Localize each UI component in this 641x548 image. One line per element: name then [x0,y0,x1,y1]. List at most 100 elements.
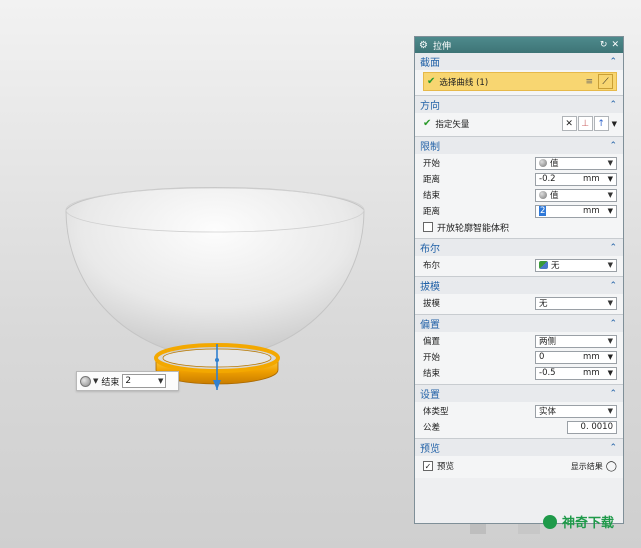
show-result-icon[interactable]: ◯ [606,461,617,472]
start-limit-select[interactable]: 值 ▼ [535,156,617,170]
limits-section: 限制 ⌃ 开始 值 ▼ 距离 -0.2 mm ▼ 结束 值 ▼ 距离 2 mm … [415,137,623,239]
offset-start-row: 开始 0 mm ▼ [423,349,617,365]
select-curve-row[interactable]: ✔ 选择曲线 (1) ≡ ⟋ [423,72,617,91]
reset-icon[interactable]: ↻ [600,40,608,50]
chevron-down-icon[interactable]: ▼ [608,353,613,361]
offset-type-value: 两侧 [539,337,557,347]
watermark: 神奇下载 [543,512,614,531]
section-body: 开始 值 ▼ 距离 -0.2 mm ▼ 结束 值 ▼ 距离 2 mm ▼ 开放轮… [415,154,623,238]
watermark-block [470,524,486,534]
select-curve-label: 选择曲线 (1) [439,77,489,88]
collapse-caret-icon[interactable]: ⌃ [609,100,617,110]
start-distance-input[interactable]: -0.2 mm ▼ [535,172,617,186]
limit-end-row: 结束 值 ▼ [423,187,617,203]
section-header-direction[interactable]: 方向 ⌃ [415,96,623,113]
section-title: 限制 [420,142,440,153]
section-header-settings[interactable]: 设置 ⌃ [415,385,623,402]
hemisphere-body[interactable] [65,187,365,359]
gear-icon[interactable]: ⚙ [419,40,428,51]
watermark-block [490,524,502,534]
section-header-section[interactable]: 截面 ⌃ [415,53,623,70]
preview-checkbox[interactable]: ✓ [423,461,433,471]
offset-end-input[interactable]: -0.5 mm ▼ [535,366,617,380]
specify-vector-row: ✔ 指定矢量 ✕ ⊥ ↑ ▼ [423,114,617,133]
watermark-text: 神奇下载 [562,516,615,531]
vector-axis-icon[interactable]: ↑ [593,116,609,131]
end-distance-value: 2 [125,376,132,386]
collapse-caret-icon[interactable]: ⌃ [609,389,617,399]
collapse-caret-icon[interactable]: ⌃ [609,243,617,253]
chevron-down-icon: ▼ [607,159,613,167]
tolerance-row: 公差 0. 0010 [423,419,617,435]
chevron-down-icon[interactable]: ▼ [608,175,613,183]
boolean-label: 布尔 [423,261,441,271]
boolean-select[interactable]: 无 ▼ [535,258,617,272]
boolean-row: 布尔 无 ▼ [423,257,617,273]
vector-constructor-icon[interactable]: ⊥ [577,116,593,131]
draft-section: 拔模 ⌃ 拔模 无 ▼ [415,277,623,315]
value-option-icon [539,159,547,167]
section-header-boolean[interactable]: 布尔 ⌃ [415,239,623,256]
offset-start-input[interactable]: 0 mm ▼ [535,350,617,364]
vector-buttons: ✕ ⊥ ↑ ▼ [561,116,617,131]
limit-start-row: 开始 值 ▼ [423,155,617,171]
collapse-caret-icon[interactable]: ⌃ [609,443,617,453]
end-distance-input[interactable]: 2 ▼ [122,374,167,388]
body-type-label: 体类型 [423,407,449,417]
show-result-label: 显示结果 [570,461,603,471]
section-title: 预览 [420,444,440,455]
chevron-down-icon: ▼ [607,299,613,307]
body-type-row: 体类型 实体 ▼ [423,403,617,419]
end-label: 结束 [423,191,441,201]
body-type-select[interactable]: 实体 ▼ [535,404,617,418]
offset-type-select[interactable]: 两侧 ▼ [535,334,617,348]
collapse-caret-icon[interactable]: ⌃ [609,57,617,67]
section-header-offset[interactable]: 偏置 ⌃ [415,315,623,332]
tolerance-label: 公差 [423,423,441,433]
section-title: 方向 [420,101,440,112]
start-limit-value: 值 [550,159,559,169]
open-profile-checkbox[interactable] [423,222,433,232]
start-label: 开始 [423,353,441,363]
reverse-direction-icon[interactable]: ✕ [561,116,577,131]
watermark-blur [470,524,540,534]
tolerance-input[interactable]: 0. 0010 [567,420,617,434]
offset-type-row: 偏置 两侧 ▼ [423,333,617,349]
close-icon[interactable]: ✕ [611,40,619,50]
start-label: 开始 [423,159,441,169]
collapse-caret-icon[interactable]: ⌃ [609,141,617,151]
chevron-down-icon[interactable]: ▼ [608,369,613,377]
section-header-preview[interactable]: 预览 ⌃ [415,439,623,456]
vector-origin-handle[interactable] [215,358,219,362]
specify-vector-label: 指定矢量 [435,119,470,130]
start-distance-value: -0.2 [539,174,556,184]
preview-label: 预览 [437,462,455,472]
draft-select[interactable]: 无 ▼ [535,296,617,310]
offset-end-row: 结束 -0.5 mm ▼ [423,365,617,381]
limit-type-dropdown[interactable]: ▼ [80,374,98,388]
collapse-caret-icon[interactable]: ⌃ [609,281,617,291]
boolean-section: 布尔 ⌃ 布尔 无 ▼ [415,239,623,277]
chevron-down-icon: ▼ [93,377,99,385]
chevron-down-icon[interactable]: ▼ [612,120,617,128]
end-limit-select[interactable]: 值 ▼ [535,188,617,202]
collapse-caret-icon[interactable]: ⌃ [609,319,617,329]
section-header-draft[interactable]: 拔模 ⌃ [415,277,623,294]
sketch-section-icon[interactable]: ≡ [585,77,593,87]
section-header-limits[interactable]: 限制 ⌃ [415,137,623,154]
extrude-dialog: ⚙ 拉伸 ↻ ✕ 截面 ⌃ ✔ 选择曲线 (1) ≡ ⟋ 方向 ⌃ ✔ 指定矢量 [414,36,624,524]
boolean-none-icon [539,261,548,269]
chevron-down-icon: ▼ [607,191,613,199]
direction-arrow-head [213,380,221,390]
section-body: ✔ 选择曲线 (1) ≡ ⟋ [415,70,623,95]
chevron-down-icon[interactable]: ▼ [608,207,613,215]
curve-select-icon[interactable]: ⟋ [598,74,613,89]
distance-label: 距离 [423,175,441,185]
preview-section: 预览 ⌃ ✓ 预览 显示结果 ◯ [415,439,623,478]
end-distance-input[interactable]: 2 mm ▼ [535,204,617,218]
graphics-viewport[interactable]: ▼ 结束 2 ▼ [0,0,414,548]
dialog-titlebar[interactable]: ⚙ 拉伸 ↻ ✕ [415,37,623,53]
boolean-value: 无 [551,261,560,271]
settings-section: 设置 ⌃ 体类型 实体 ▼ 公差 0. 0010 [415,385,623,439]
model-canvas[interactable] [0,0,414,548]
